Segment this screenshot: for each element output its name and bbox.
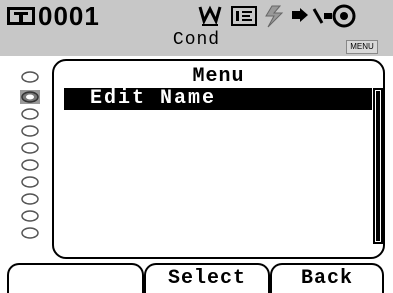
softkey-left[interactable] — [7, 263, 144, 293]
back-button[interactable]: Back — [270, 263, 384, 293]
edit-icon — [231, 6, 257, 26]
select-button[interactable]: Select — [144, 263, 270, 293]
menu-panel: Menu Edit Name — [52, 59, 385, 259]
status-icons — [198, 4, 356, 28]
menu-tag: MENU — [346, 40, 378, 54]
light-source-icon — [324, 4, 356, 28]
scrollbar-thumb[interactable] — [376, 91, 380, 241]
measure-mode-icon — [198, 5, 222, 26]
scrollbar[interactable] — [373, 88, 383, 244]
power-icon — [265, 5, 284, 28]
menu-title: Menu — [192, 65, 245, 88]
condition-label: Cond — [172, 30, 221, 50]
active-circle-indicator — [20, 90, 40, 104]
menu-item-edit-name[interactable]: Edit Name — [64, 88, 372, 110]
page-indicator-circles — [20, 71, 40, 239]
connection-icon — [292, 8, 324, 24]
device-screen: 0001 Cond MENU Menu Edit Name Select Bac… — [0, 0, 393, 293]
